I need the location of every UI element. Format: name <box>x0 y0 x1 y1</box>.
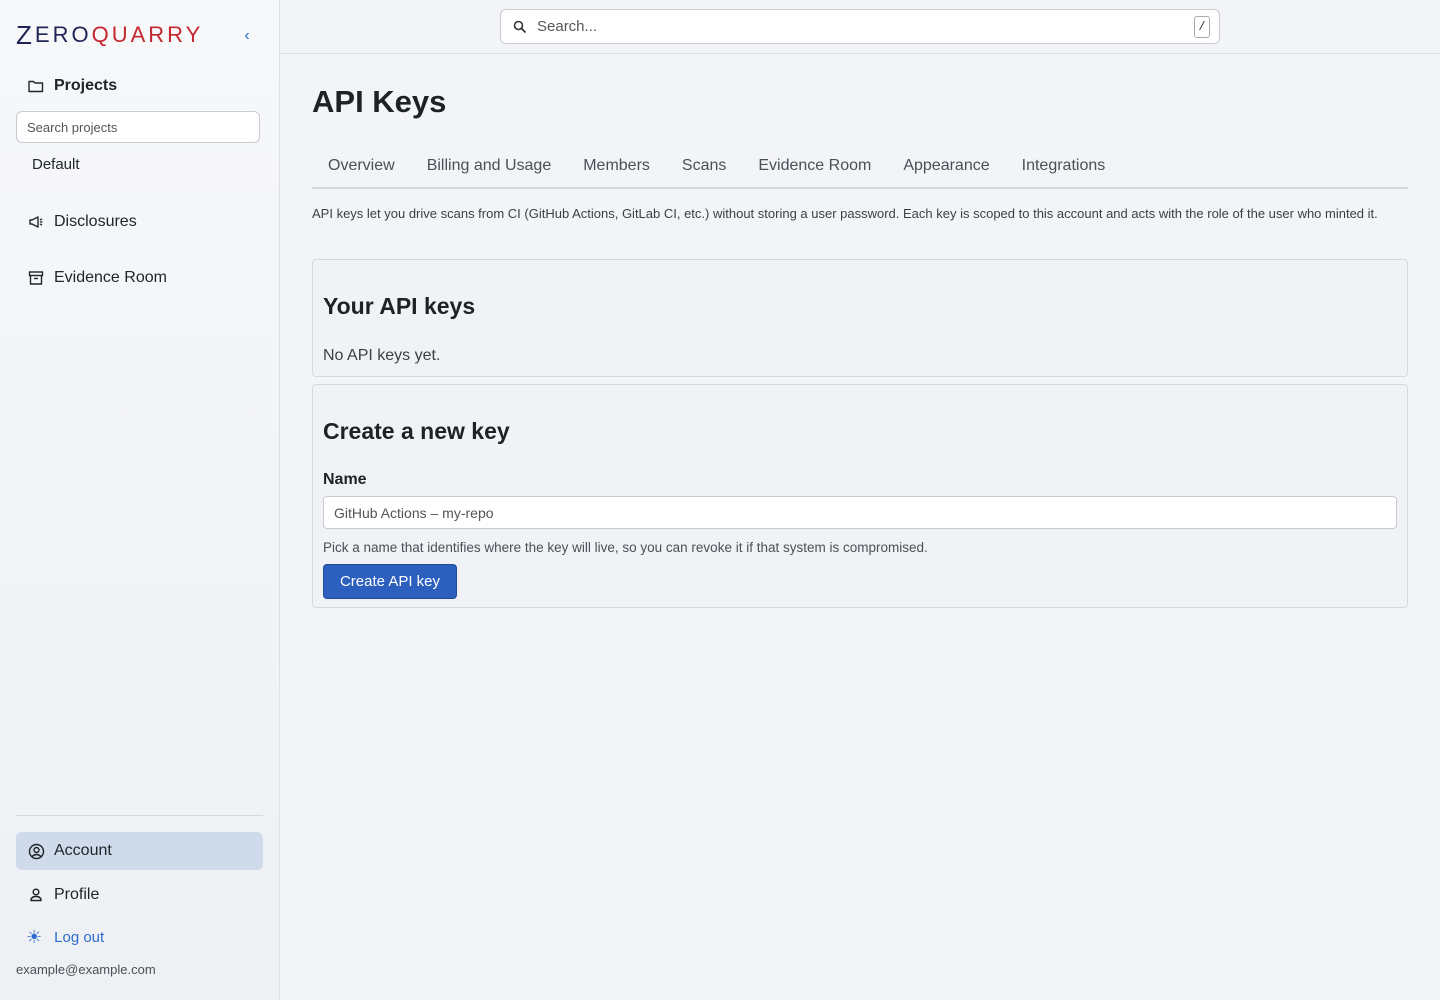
tab-billing-and-usage[interactable]: Billing and Usage <box>411 149 568 187</box>
sidebar-divider <box>16 815 263 816</box>
empty-state-text: No API keys yet. <box>323 347 441 364</box>
sidebar-item-label: Disclosures <box>54 213 137 230</box>
chevron-left-icon: ‹ <box>244 27 250 44</box>
logout-label: Log out <box>54 929 105 946</box>
tab-members[interactable]: Members <box>567 149 666 187</box>
name-help-text: Pick a name that identifies where the ke… <box>323 540 928 555</box>
sidebar-item-label: Account <box>54 842 112 859</box>
key-name-input[interactable] <box>323 496 1397 529</box>
tab-integrations[interactable]: Integrations <box>1006 149 1122 187</box>
card-title: Your API keys <box>323 293 476 319</box>
folder-icon <box>26 76 46 96</box>
search-projects-input[interactable] <box>16 111 260 143</box>
shortcut-key-hint: / <box>1194 15 1210 38</box>
account-tabs: Overview Billing and Usage Members Scans… <box>312 149 1408 189</box>
api-keys-intro: API keys let you drive scans from CI (Gi… <box>312 206 1378 221</box>
tab-overview[interactable]: Overview <box>312 149 411 187</box>
sidebar-item-disclosures[interactable]: Disclosures <box>16 203 263 241</box>
zeroquarry-logo[interactable]: Z ERO QUARRY <box>16 18 203 52</box>
logout-link[interactable]: ☀ Log out <box>26 927 104 948</box>
sun-icon[interactable]: ☀ <box>26 927 42 948</box>
sidebar-item-default-project[interactable]: Default <box>32 156 80 173</box>
create-key-card: Create a new key Name Pick a name that i… <box>312 384 1408 608</box>
user-circle-icon <box>26 841 46 861</box>
page-title: API Keys <box>312 84 447 119</box>
global-search[interactable]: / <box>500 9 1220 44</box>
tab-appearance[interactable]: Appearance <box>887 149 1005 187</box>
sidebar-item-projects[interactable]: Projects <box>16 67 263 105</box>
sidebar-item-evidence-room[interactable]: Evidence Room <box>16 259 263 297</box>
search-icon <box>513 20 527 33</box>
sidebar-item-label: Profile <box>54 886 100 903</box>
global-search-input[interactable] <box>537 11 1194 42</box>
sidebar-item-label: Evidence Room <box>54 269 167 286</box>
sidebar: ZEROQUARRY ‹ Projects Default Disclosure… <box>0 0 280 1000</box>
sidebar-item-label: Projects <box>54 77 118 94</box>
create-api-key-button[interactable]: Create API key <box>323 564 457 599</box>
collapse-sidebar-button[interactable]: ‹ <box>238 26 256 46</box>
name-field-label: Name <box>323 471 367 488</box>
tab-scans[interactable]: Scans <box>666 149 742 187</box>
logo-quarry: QUARRY <box>91 22 204 47</box>
logo-ero: ERO <box>34 22 92 47</box>
tab-evidence-room[interactable]: Evidence Room <box>742 149 887 187</box>
sidebar-item-account[interactable]: Account <box>16 832 263 870</box>
user-email: example@example.com <box>16 962 156 977</box>
card-title: Create a new key <box>323 418 510 444</box>
archive-box-icon <box>26 268 46 288</box>
logo-z: Z <box>16 19 35 50</box>
sidebar-item-profile[interactable]: Profile <box>16 876 263 914</box>
megaphone-icon <box>26 212 46 232</box>
your-api-keys-card: Your API keys No API keys yet. <box>312 259 1408 377</box>
person-icon <box>26 885 46 905</box>
topbar: / <box>280 0 1440 54</box>
